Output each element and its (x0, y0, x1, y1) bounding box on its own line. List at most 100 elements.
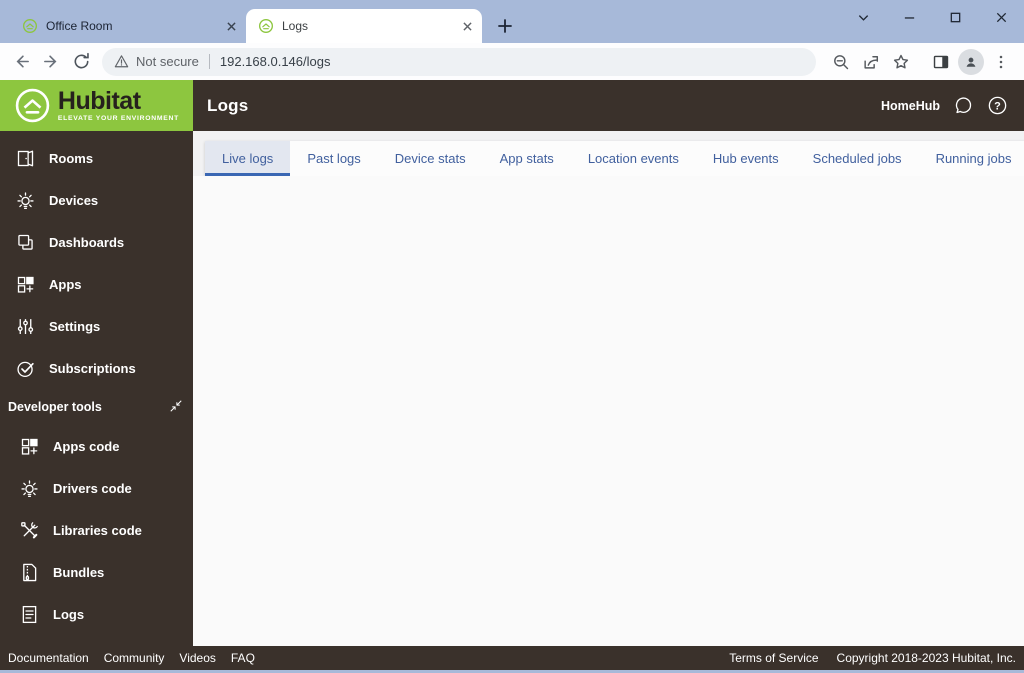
tab-app-stats[interactable]: App stats (483, 141, 571, 176)
sidebar-item-rooms[interactable]: Rooms (0, 137, 193, 179)
sidebar-item-label: Apps (49, 277, 82, 292)
new-tab-button[interactable] (491, 12, 519, 40)
sidebar: Rooms Devices Dashboards Apps Settings S… (0, 131, 193, 646)
tab-hub-events[interactable]: Hub events (696, 141, 796, 176)
hubitat-logo[interactable]: Hubitat ELEVATE YOUR ENVIRONMENT (0, 80, 193, 131)
omnibox-divider (209, 54, 210, 69)
sidebar-item-dashboards[interactable]: Dashboards (0, 221, 193, 263)
browser-tab-logs[interactable]: Logs (246, 9, 482, 43)
browser-toolbar: Not secure 192.168.0.146/logs (0, 43, 1024, 80)
zip-file-icon (19, 562, 40, 583)
site-header: Hubitat ELEVATE YOUR ENVIRONMENT Logs Ho… (0, 80, 1024, 131)
footer-link-community[interactable]: Community (104, 651, 165, 665)
maximize-button[interactable] (932, 0, 978, 34)
tab-location-events[interactable]: Location events (571, 141, 696, 176)
browser-tab-office-room[interactable]: Office Room (10, 9, 246, 43)
brand-tagline: ELEVATE YOUR ENVIRONMENT (58, 115, 179, 122)
profile-avatar-icon[interactable] (956, 47, 986, 77)
browser-titlebar: Office Room Logs (0, 0, 1024, 43)
brand-name: Hubitat (58, 89, 141, 114)
sidebar-item-bundles[interactable]: Bundles (0, 551, 193, 593)
sliders-icon (15, 316, 36, 337)
sidebar-item-label: Bundles (53, 565, 104, 580)
hubitat-wordmark: Hubitat ELEVATE YOUR ENVIRONMENT (58, 89, 179, 122)
sidebar-item-label: Drivers code (53, 481, 132, 496)
footer-link-terms[interactable]: Terms of Service (729, 651, 818, 665)
hubitat-favicon-icon (258, 18, 274, 34)
page-header: Logs HomeHub ? (193, 80, 1024, 131)
grid-plus-icon (19, 436, 40, 457)
sidebar-item-libraries-code[interactable]: Libraries code (0, 509, 193, 551)
close-window-button[interactable] (978, 0, 1024, 34)
back-button[interactable] (6, 47, 36, 77)
live-logs-body (193, 176, 1024, 646)
sidebar-item-label: Subscriptions (49, 361, 136, 376)
share-icon[interactable] (856, 47, 886, 77)
tab-running-jobs[interactable]: Running jobs (919, 141, 1024, 176)
tab-title: Office Room (46, 19, 215, 33)
minimize-button[interactable] (886, 0, 932, 34)
sidebar-item-devices[interactable]: Devices (0, 179, 193, 221)
hubitat-favicon-icon (22, 18, 38, 34)
address-bar[interactable]: Not secure 192.168.0.146/logs (102, 48, 816, 76)
sidebar-item-label: Libraries code (53, 523, 142, 538)
sidebar-item-logs[interactable]: Logs (0, 593, 193, 635)
browser-window: Office Room Logs Not secure 192.168.0. (0, 0, 1024, 673)
sidebar-item-apps[interactable]: Apps (0, 263, 193, 305)
footer-copyright: Copyright 2018-2023 Hubitat, Inc. (837, 651, 1016, 665)
document-icon (19, 604, 40, 625)
sidebar-item-drivers-code[interactable]: Drivers code (0, 467, 193, 509)
hubitat-house-icon (14, 87, 51, 124)
svg-text:?: ? (994, 100, 1001, 112)
tab-past-logs[interactable]: Past logs (290, 141, 377, 176)
url-text: 192.168.0.146/logs (220, 54, 331, 69)
logs-tabs-row: Live logs Past logs Device stats App sta… (205, 141, 1012, 176)
tools-icon (19, 520, 40, 541)
tab-close-icon[interactable] (223, 18, 240, 35)
not-secure-warning-icon (114, 54, 129, 69)
browser-tabstrip: Office Room Logs (10, 9, 519, 43)
sidebar-item-settings[interactable]: Settings (0, 305, 193, 347)
window-controls (840, 0, 1024, 34)
zoom-out-icon[interactable] (826, 47, 856, 77)
tab-device-stats[interactable]: Device stats (378, 141, 483, 176)
developer-tools-header[interactable]: Developer tools (0, 389, 193, 425)
hub-name[interactable]: HomeHub (881, 99, 940, 113)
bulb-icon (15, 190, 36, 211)
footer: Documentation Community Videos FAQ Terms… (0, 646, 1024, 670)
sidebar-item-apps-code[interactable]: Apps code (0, 425, 193, 467)
main-content: Live logs Past logs Device stats App sta… (193, 131, 1024, 646)
sidebar-item-label: Dashboards (49, 235, 124, 250)
chat-bubble-icon[interactable] (953, 95, 974, 116)
tab-title: Logs (282, 19, 451, 33)
reload-button[interactable] (66, 47, 96, 77)
door-icon (15, 148, 36, 169)
grid-plus-icon (15, 274, 36, 295)
sidebar-item-label: Rooms (49, 151, 93, 166)
menu-kebab-icon[interactable] (986, 47, 1016, 77)
sidebar-item-subscriptions[interactable]: Subscriptions (0, 347, 193, 389)
sidebar-item-label: Settings (49, 319, 100, 334)
bookmark-star-icon[interactable] (886, 47, 916, 77)
tab-scheduled-jobs[interactable]: Scheduled jobs (796, 141, 919, 176)
bulb-icon (19, 478, 40, 499)
sidebar-item-label: Apps code (53, 439, 119, 454)
page-title: Logs (207, 96, 248, 116)
check-circle-icon (15, 358, 36, 379)
logs-tabstrip: Live logs Past logs Device stats App sta… (205, 141, 1024, 176)
tab-close-icon[interactable] (459, 18, 476, 35)
side-panel-icon[interactable] (926, 47, 956, 77)
footer-link-videos[interactable]: Videos (179, 651, 215, 665)
sidebar-item-label: Devices (49, 193, 98, 208)
security-label: Not secure (136, 54, 199, 69)
footer-link-documentation[interactable]: Documentation (8, 651, 89, 665)
tab-live-logs[interactable]: Live logs (205, 141, 290, 176)
sidebar-item-label: Logs (53, 607, 84, 622)
collapse-icon[interactable] (169, 399, 183, 416)
forward-button[interactable] (36, 47, 66, 77)
help-icon[interactable]: ? (987, 95, 1008, 116)
layers-icon (15, 232, 36, 253)
developer-tools-label: Developer tools (8, 400, 102, 414)
tab-search-chevron-icon[interactable] (840, 0, 886, 34)
footer-link-faq[interactable]: FAQ (231, 651, 255, 665)
